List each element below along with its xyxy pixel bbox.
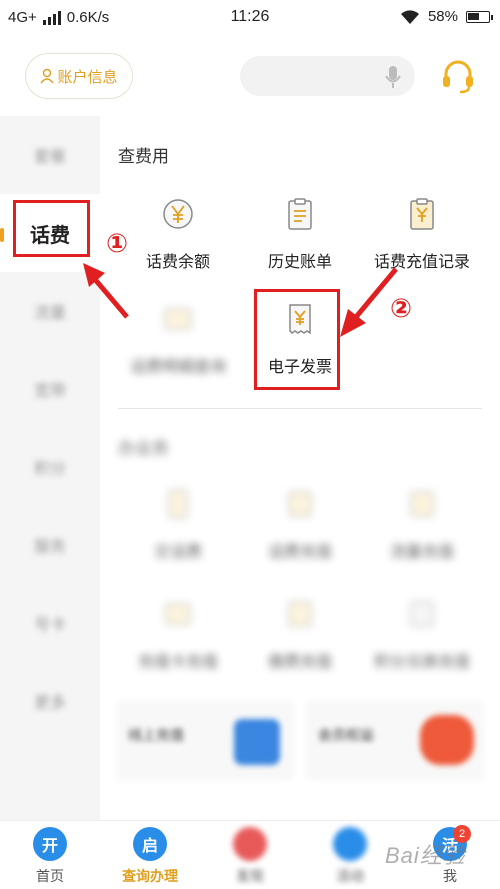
query-icon: 启 bbox=[133, 827, 167, 861]
tab-discover[interactable]: 发现 bbox=[200, 827, 300, 886]
sidebar-item-sim[interactable]: 号卡 bbox=[0, 584, 100, 662]
tab-label: 首页 bbox=[36, 868, 64, 884]
user-icon bbox=[40, 68, 55, 84]
home-icon: 开 bbox=[33, 827, 67, 861]
grid-item-label: 话费充值 bbox=[267, 544, 332, 561]
section-divider bbox=[118, 408, 482, 409]
wifi-icon bbox=[400, 9, 419, 24]
arrow-icon bbox=[83, 263, 129, 319]
activity-icon bbox=[333, 827, 367, 861]
discover-icon bbox=[233, 827, 267, 861]
promo-image bbox=[234, 719, 280, 765]
sidebar-item-label: 宽带 bbox=[33, 383, 66, 400]
tab-label: 发现 bbox=[236, 868, 264, 884]
grid-item-points-recharge[interactable]: 积分兑换充值 bbox=[357, 596, 487, 686]
sidebar-item-label: 套餐 bbox=[33, 149, 66, 166]
sidebar-item-label: 更多 bbox=[33, 695, 66, 712]
promo-image bbox=[420, 715, 474, 765]
promo-title: 会员权益 bbox=[318, 727, 374, 743]
account-info-button[interactable]: 账户信息 bbox=[25, 53, 133, 99]
sidebar-item-points[interactable]: 积分 bbox=[0, 428, 100, 506]
section-title-handle: 办业务 bbox=[118, 439, 169, 458]
grid-item-label: 交话费 bbox=[153, 544, 202, 561]
main-content: 查费用 话费余额 历史账单 话费充值记录 话费明细查询 电子发票 办业务 交话费… bbox=[100, 116, 500, 820]
sidebar-item-more[interactable]: 更多 bbox=[0, 662, 100, 740]
promo-card-online[interactable]: 线上充值 bbox=[116, 701, 294, 781]
sidebar-item-label: 号卡 bbox=[33, 617, 66, 634]
microphone-icon[interactable] bbox=[385, 65, 401, 89]
tab-label: 查询办理 bbox=[122, 868, 178, 884]
sidebar-item-label: 服务 bbox=[33, 539, 66, 556]
points-icon bbox=[410, 601, 434, 627]
clipboard-icon bbox=[288, 198, 312, 230]
tab-home[interactable]: 开 首页 bbox=[0, 827, 100, 886]
grid-item-label: 缴费充值 bbox=[267, 654, 332, 671]
wallet-icon bbox=[288, 491, 312, 517]
battery-percent: 58% bbox=[427, 8, 458, 25]
grid-item-pay-bill[interactable]: 交话费 bbox=[113, 486, 243, 576]
highlight-box-e-invoice bbox=[254, 289, 340, 390]
headset-icon[interactable] bbox=[440, 58, 476, 94]
highlight-box-phone-bill bbox=[13, 200, 90, 257]
watermark: Bai经验 bbox=[385, 843, 466, 868]
card-icon bbox=[165, 603, 191, 625]
grid-item-label: 充值卡充值 bbox=[137, 654, 218, 671]
grid-item-data-recharge[interactable]: 流量充值 bbox=[357, 486, 487, 576]
search-input[interactable] bbox=[240, 56, 415, 96]
sidebar-item-label: 流量 bbox=[33, 305, 66, 322]
section-title-query: 查费用 bbox=[118, 147, 169, 166]
status-bar: 4G+ 0.6K/s 11:26 58% bbox=[0, 0, 500, 36]
grid-item-card-recharge[interactable]: 充值卡充值 bbox=[113, 596, 243, 686]
promo-card-member[interactable]: 会员权益 bbox=[306, 701, 484, 781]
grid-item-bill-recharge[interactable]: 话费充值 bbox=[235, 486, 365, 576]
sidebar-item-broadband[interactable]: 宽带 bbox=[0, 350, 100, 428]
grid-item-label: 积分兑换充值 bbox=[373, 654, 470, 671]
tab-query[interactable]: 启 查询办理 bbox=[100, 827, 200, 886]
battery-icon bbox=[466, 10, 493, 23]
sidebar-item-service[interactable]: 服务 bbox=[0, 506, 100, 584]
phone-icon bbox=[168, 489, 188, 519]
sidebar-item-package[interactable]: 套餐 bbox=[0, 116, 100, 194]
promo-title: 线上充值 bbox=[128, 727, 184, 743]
yen-circle-icon bbox=[163, 199, 193, 229]
arrow-icon bbox=[340, 267, 398, 337]
grid-item-label: 流量充值 bbox=[389, 544, 454, 561]
grid-item-pay-recharge[interactable]: 缴费充值 bbox=[235, 596, 365, 686]
pay-icon bbox=[288, 601, 312, 627]
recharge-record-icon bbox=[410, 198, 434, 230]
status-right: 58% bbox=[400, 8, 493, 25]
detail-icon bbox=[164, 308, 192, 330]
grid-item-label: 话费明细查询 bbox=[129, 359, 226, 376]
top-header: 账户信息 bbox=[0, 36, 500, 116]
data-icon bbox=[410, 491, 434, 517]
active-indicator bbox=[0, 228, 4, 242]
sidebar-item-label: 积分 bbox=[33, 461, 66, 478]
account-info-label: 账户信息 bbox=[57, 68, 118, 86]
